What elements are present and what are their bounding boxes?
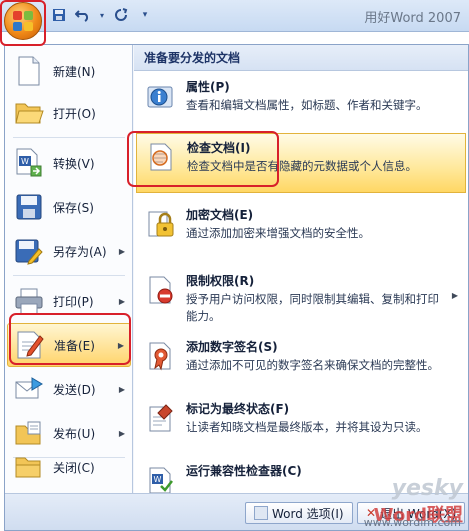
submenu-item-title: 标记为最终状态(F) [186,402,290,416]
menu-item-label: 打开(O) [53,106,96,121]
menu-item-new[interactable]: 新建(N) [7,49,131,93]
dropdown-small-icon[interactable]: ▾ [98,6,106,24]
close-folder-icon [13,451,45,483]
quick-access-toolbar: ▾ ▾ [50,6,154,24]
submenu-item-digital-signature[interactable]: 添加数字签名(S) 通过添加不可见的数字签名来确保文档的完整性。 [136,333,466,391]
word-options-icon [254,506,268,520]
digital-signature-icon [144,339,178,373]
menu-item-convert[interactable]: W 转换(V) [7,141,131,185]
word-options-label: Word 选项(I) [272,506,344,521]
submenu-item-encrypt-document[interactable]: 加密文档(E) 通过添加加密来增强文档的安全性。 [136,201,466,251]
submenu-item-title: 加密文档(E) [186,208,254,222]
submenu-item-title: 限制权限(R) [186,274,255,288]
office-button-highlight [0,0,46,46]
submenu-item-desc: 通过添加不可见的数字签名来确保文档的完整性。 [186,358,439,372]
submenu-item-desc: 查看和编辑文档属性，如标题、作者和关键字。 [186,98,428,112]
submenu-item-properties[interactable]: 属性(P) 查看和编辑文档属性，如标题、作者和关键字。 [136,73,466,131]
menu-item-label: 新建(N) [53,64,96,79]
submenu-arrow-icon: ▶ [451,291,458,300]
save-icon[interactable] [50,6,68,24]
menu-item-send[interactable]: 发送(D) ▶ [7,367,131,411]
submenu-item-restrict-permission[interactable]: 限制权限(R) 授予用户访问权限，同时限制其编辑、复制和打印能力。 ▶ [136,267,466,327]
undo-icon[interactable] [74,6,92,24]
submenu-arrow-icon: ▶ [118,428,125,438]
new-document-icon [13,55,45,87]
submenu-item-title: 添加数字签名(S) [186,340,278,354]
menu-item-close[interactable]: 关闭(C) [7,445,131,489]
menu-item-save-as[interactable]: 另存为(A) ▶ [7,229,131,273]
prepare-highlight-frame [9,313,131,365]
menu-item-label: 关闭(C) [53,460,95,475]
menu-item-label: 发送(D) [53,382,96,397]
svg-text:W: W [154,475,162,484]
compatibility-checker-icon: W [144,463,178,497]
menu-separator [13,275,125,276]
submenu-item-desc: 通过添加加密来增强文档的安全性。 [186,226,370,240]
menu-left-column: 新建(N) 打开(O) W 转换(V) 保存(S) 另存为(A) ▶ 打印(P)… [5,45,133,493]
submenu-item-title: 属性(P) [186,80,230,94]
menu-item-label: 另存为(A) [53,244,107,259]
submenu-arrow-icon: ▶ [118,246,125,256]
submenu-item-desc: 授予用户访问权限，同时限制其编辑、复制和打印能力。 [186,292,439,323]
office-menu: 新建(N) 打开(O) W 转换(V) 保存(S) 另存为(A) ▶ 打印(P)… [4,44,469,531]
submenu-item-title: 运行兼容性检查器(C) [186,464,302,478]
menu-separator [13,137,125,138]
menu-item-save[interactable]: 保存(S) [7,185,131,229]
menu-item-label: 发布(U) [53,426,96,441]
send-icon [13,373,45,405]
submenu-item-mark-as-final[interactable]: 标记为最终状态(F) 让读者知晓文档是最终版本，并将其设为只读。 [136,395,466,453]
title-bar: ▾ ▾ 用好Word 2007 [0,0,469,32]
svg-text:W: W [21,157,29,166]
submenu-item-desc: 让读者知晓文档是最终版本，并将其设为只读。 [186,420,428,434]
submenu-arrow-icon: ▶ [118,296,125,306]
inspect-highlight-frame [127,131,279,187]
menu-item-label: 转换(V) [53,156,95,171]
save-as-icon [13,235,45,267]
menu-item-open[interactable]: 打开(O) [7,91,131,135]
customize-icon[interactable]: ▾ [136,6,154,24]
submenu-arrow-icon: ▶ [118,384,125,394]
open-folder-icon [13,97,45,129]
submenu-header: 准备要分发的文档 [134,45,468,71]
menu-item-label: 打印(P) [53,294,94,309]
encrypt-lock-icon [144,207,178,241]
properties-icon [144,79,178,113]
redo-icon[interactable] [112,6,130,24]
window-title: 用好Word 2007 [364,11,461,26]
word-options-button[interactable]: Word 选项(I) [245,502,353,524]
prepare-submenu: 准备要分发的文档 属性(P) 查看和编辑文档属性，如标题、作者和关键字。 检查文… [134,45,468,494]
restrict-permission-icon [144,273,178,307]
mark-final-icon [144,401,178,435]
save-disk-icon [13,191,45,223]
menu-item-label: 保存(S) [53,200,94,215]
watermark-url: www.wordlm.com [363,516,461,529]
convert-icon: W [13,147,45,179]
watermark-brand: yesky [391,476,463,501]
